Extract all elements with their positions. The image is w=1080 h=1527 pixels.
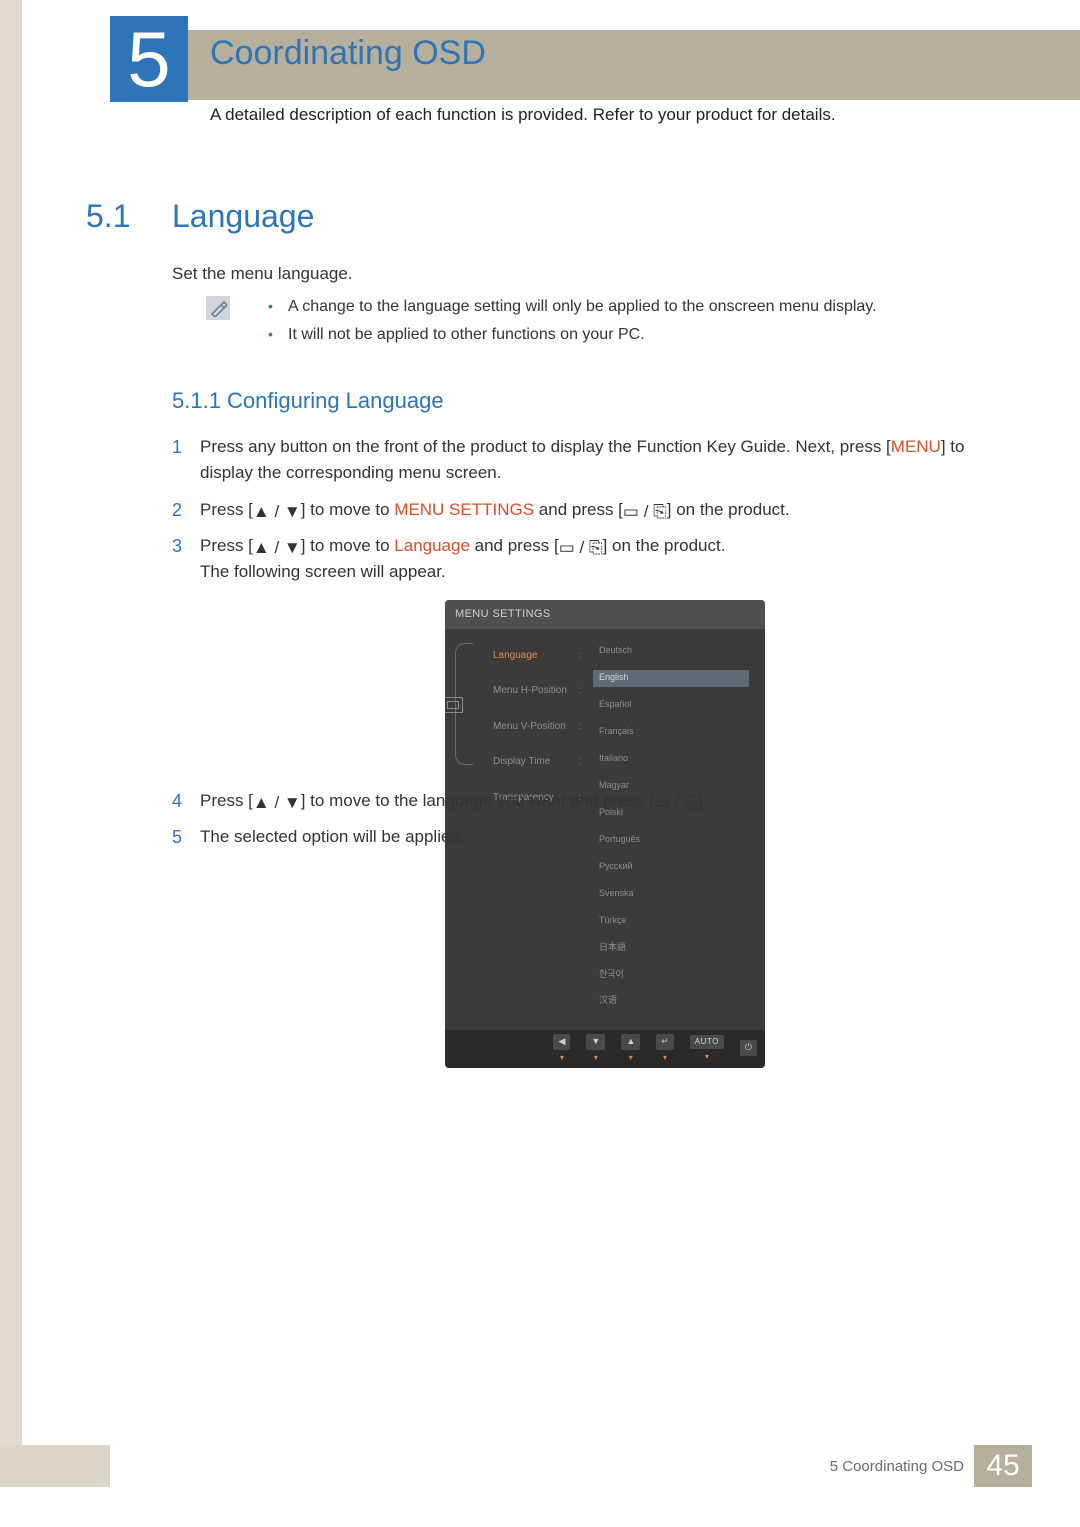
osd-back-button: ◀▾ — [553, 1034, 570, 1064]
step-4: 4 Press [▲ / ▼] to move to the language … — [172, 788, 1010, 814]
osd-language-option: Türkçe — [593, 912, 749, 929]
menu-settings-keyword: MENU SETTINGS — [394, 500, 534, 519]
osd-language-option: 日本語 — [593, 939, 749, 956]
step-text: ] to move to — [301, 536, 395, 555]
step-text: Press [ — [200, 500, 253, 519]
section-title: Language — [172, 198, 314, 235]
step-text: ] on the product. — [603, 536, 726, 555]
footer-left-strip — [0, 1445, 110, 1487]
note-icon — [206, 296, 230, 320]
menu-keyword: MENU — [891, 437, 941, 456]
language-keyword: Language — [394, 536, 470, 555]
enter-icon: ▭ / ⎘ — [654, 793, 698, 812]
step-number: 1 — [172, 434, 182, 462]
step-number: 3 — [172, 533, 182, 561]
osd-language-option: Français — [593, 724, 749, 741]
osd-language-option: Svenska — [593, 885, 749, 902]
osd-menu-icon — [445, 697, 463, 713]
step-text: ] to move to the language you want and p… — [301, 791, 654, 810]
step-text: The selected option will be applied. — [200, 827, 465, 846]
step-text: Press [ — [200, 536, 253, 555]
osd-language-option: Español — [593, 697, 749, 714]
osd-left-item: Menu H-Position: — [493, 678, 581, 704]
osd-down-button: ▼▾ — [586, 1034, 605, 1064]
osd-left-item: Menu V-Position: — [493, 714, 581, 740]
osd-language-option: English — [593, 670, 749, 687]
footer-chapter-label: 5 Coordinating OSD — [830, 1458, 964, 1475]
osd-language-option: 한국어 — [593, 966, 749, 983]
step-number: 4 — [172, 788, 182, 816]
step-number: 5 — [172, 824, 182, 852]
step-5: 5 The selected option will be applied. — [172, 824, 1010, 850]
osd-language-option: Italiano — [593, 751, 749, 768]
step-text: ] on the product. — [667, 500, 790, 519]
osd-enter-button: ↵▾ — [656, 1034, 674, 1064]
osd-power-button: ⏻ — [740, 1040, 757, 1058]
up-down-icon: ▲ / ▼ — [253, 793, 301, 812]
chapter-intro: A detailed description of each function … — [210, 105, 836, 125]
step-text: ] to move to — [301, 500, 395, 519]
steps-list-2: 4 Press [▲ / ▼] to move to the language … — [172, 788, 1010, 861]
osd-language-option: 汉语 — [593, 993, 749, 1010]
osd-auto-button: AUTO▾ — [690, 1035, 724, 1064]
step-text: The following screen will appear. — [200, 559, 1010, 585]
step-2: 2 Press [▲ / ▼] to move to MENU SETTINGS… — [172, 497, 1010, 523]
step-text: ]. — [698, 791, 707, 810]
note-item: A change to the language setting will on… — [268, 298, 1000, 316]
up-down-icon: ▲ / ▼ — [253, 538, 301, 557]
step-text: and press [ — [470, 536, 559, 555]
section-number: 5.1 — [86, 198, 130, 235]
chapter-number-badge: 5 — [110, 16, 188, 102]
step-text: and press [ — [534, 500, 623, 519]
section-intro: Set the menu language. — [172, 264, 353, 284]
step-text: Press [ — [200, 791, 253, 810]
up-down-icon: ▲ / ▼ — [253, 502, 301, 521]
osd-title: MENU SETTINGS — [445, 600, 765, 629]
note-item: It will not be applied to other function… — [268, 326, 1000, 344]
step-number: 2 — [172, 497, 182, 525]
osd-button-bar: ◀▾ ▼▾ ▲▾ ↵▾ AUTO▾ ⏻ — [445, 1030, 765, 1068]
note-list: A change to the language setting will on… — [268, 298, 1000, 354]
osd-language-option: Deutsch — [593, 643, 749, 660]
step-text: Press any button on the front of the pro… — [200, 437, 891, 456]
chapter-title: Coordinating OSD — [210, 34, 486, 73]
enter-icon: ▭ / ⎘ — [559, 538, 603, 557]
osd-language-option: Русский — [593, 858, 749, 875]
footer-page-number: 45 — [974, 1445, 1032, 1487]
page-footer: 5 Coordinating OSD 45 — [0, 1445, 1080, 1487]
steps-list-1: 1 Press any button on the front of the p… — [172, 434, 1010, 1078]
osd-left-item: Language: — [493, 643, 581, 669]
enter-icon: ▭ / ⎘ — [623, 502, 667, 521]
osd-up-button: ▲▾ — [621, 1034, 640, 1064]
subsection-heading: 5.1.1 Configuring Language — [172, 388, 444, 414]
left-margin-strip — [0, 0, 22, 1484]
step-1: 1 Press any button on the front of the p… — [172, 434, 1010, 487]
osd-left-item: Display Time: — [493, 749, 581, 775]
